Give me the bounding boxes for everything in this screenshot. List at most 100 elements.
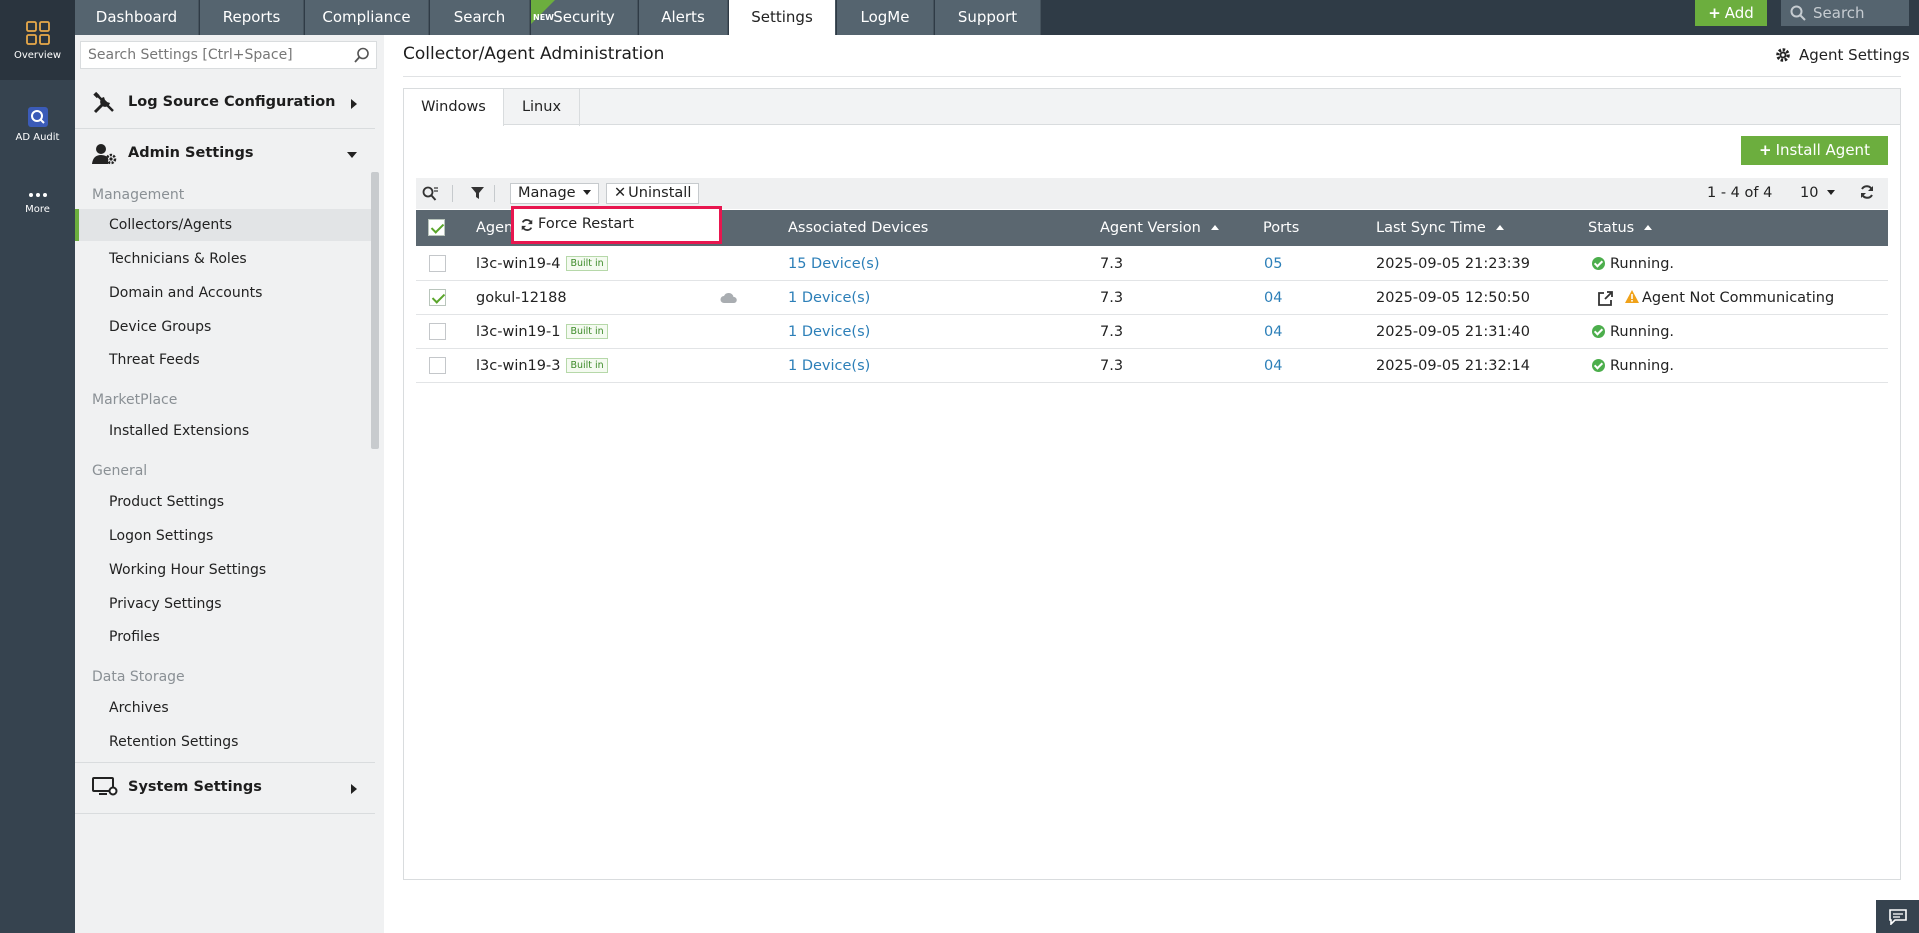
tab-linux[interactable]: Linux xyxy=(504,89,580,126)
tab-reports[interactable]: Reports xyxy=(200,0,304,35)
close-icon: ✕ xyxy=(614,185,627,201)
manage-dropdown-button[interactable]: Manage xyxy=(510,183,600,204)
sidebar-scrollbar[interactable] xyxy=(371,172,379,449)
refresh-icon[interactable] xyxy=(1859,184,1875,200)
section-log-source-label: Log Source Configuration xyxy=(128,94,336,110)
toolbar-divider xyxy=(494,185,495,202)
devices-link[interactable]: 1 Device(s) xyxy=(788,281,870,315)
sort-ascending-icon xyxy=(1210,225,1219,230)
force-restart-label: Force Restart xyxy=(538,216,634,232)
table-row[interactable]: l3c-win19-4 Built in 15 Device(s) 7.3 05 … xyxy=(416,247,1888,281)
settings-search-input[interactable]: Search Settings [Ctrl+Space] xyxy=(80,41,377,69)
agent-settings-link[interactable]: Agent Settings xyxy=(1775,46,1910,64)
table-toolbar: Manage ✕ Uninstall xyxy=(416,178,1888,209)
add-button[interactable]: + Add xyxy=(1695,0,1767,26)
section-admin-settings[interactable]: Admin Settings xyxy=(75,130,375,180)
row-checkbox[interactable] xyxy=(429,357,446,374)
page-size-value: 10 xyxy=(1800,185,1819,201)
tab-compliance[interactable]: Compliance xyxy=(305,0,429,35)
section-system-settings[interactable]: System Settings xyxy=(75,764,375,814)
section-admin-label: Admin Settings xyxy=(128,145,254,161)
external-link-icon[interactable] xyxy=(1598,291,1613,306)
chevron-right-icon xyxy=(351,99,357,109)
column-header-status[interactable]: Status xyxy=(1588,210,1653,246)
sidebar-item-working-hour[interactable]: Working Hour Settings xyxy=(75,554,375,586)
sidebar-item-archives[interactable]: Archives xyxy=(75,692,375,724)
sidebar-item-domain[interactable]: Domain and Accounts xyxy=(75,277,375,309)
column-header-version[interactable]: Agent Version xyxy=(1100,210,1219,246)
tab-settings[interactable]: Settings xyxy=(729,0,836,35)
uninstall-button[interactable]: ✕ Uninstall xyxy=(606,183,700,204)
section-log-source-configuration[interactable]: Log Source Configuration xyxy=(75,79,375,129)
sidebar-item-installed-extensions[interactable]: Installed Extensions xyxy=(75,415,375,447)
agent-name-cell: l3c-win19-1 Built in xyxy=(476,315,608,349)
tab-security[interactable]: NEW Security xyxy=(531,0,638,35)
sidebar-item-product-settings[interactable]: Product Settings xyxy=(75,486,375,518)
ports-link[interactable]: 04 xyxy=(1264,315,1282,349)
sidebar-item-profiles[interactable]: Profiles xyxy=(75,621,375,653)
agent-name: l3c-win19-3 xyxy=(476,358,561,374)
rail-more[interactable]: More xyxy=(0,190,75,230)
filter-icon[interactable] xyxy=(471,187,484,200)
force-restart-menu-item[interactable]: Force Restart xyxy=(520,216,634,232)
status-cell: Agent Not Communicating xyxy=(1625,281,1834,315)
search-filter-icon[interactable] xyxy=(422,186,439,202)
ports-link[interactable]: 05 xyxy=(1264,247,1282,281)
left-rail: Overview AD Audit More xyxy=(0,0,75,933)
top-search-input[interactable]: Search xyxy=(1781,0,1909,26)
sidebar-item-privacy[interactable]: Privacy Settings xyxy=(75,588,375,620)
settings-search-placeholder: Search Settings [Ctrl+Space] xyxy=(88,47,293,63)
column-header-version-label: Agent Version xyxy=(1100,220,1201,236)
table-row[interactable]: l3c-win19-1 Built in 1 Device(s) 7.3 04 2… xyxy=(416,315,1888,349)
column-header-devices[interactable]: Associated Devices xyxy=(788,210,928,246)
manage-label: Manage xyxy=(518,185,576,201)
tab-search[interactable]: Search xyxy=(430,0,530,35)
select-all-checkbox[interactable] xyxy=(428,219,445,236)
search-icon xyxy=(354,47,369,63)
tab-logme[interactable]: LogMe xyxy=(837,0,934,35)
column-header-last-sync[interactable]: Last Sync Time xyxy=(1376,210,1504,246)
toolbar-divider xyxy=(452,185,453,202)
sidebar-item-collectors-agents[interactable]: Collectors/Agents xyxy=(75,209,375,241)
agent-name-cell: l3c-win19-3 Built in xyxy=(476,349,608,383)
rail-ad-audit[interactable]: AD Audit xyxy=(0,106,75,156)
sidebar-item-retention[interactable]: Retention Settings xyxy=(75,726,375,758)
install-agent-button[interactable]: + Install Agent xyxy=(1741,136,1888,165)
tab-support[interactable]: Support xyxy=(935,0,1041,35)
admin-user-gear-icon xyxy=(92,144,117,165)
chat-button[interactable] xyxy=(1876,900,1919,933)
ports-link[interactable]: 04 xyxy=(1264,281,1282,315)
new-badge: NEW xyxy=(531,0,555,24)
last-sync-time: 2025-09-05 21:23:39 xyxy=(1376,256,1530,272)
row-checkbox[interactable] xyxy=(429,255,446,272)
check-circle-icon xyxy=(1592,359,1605,372)
settings-sidebar: Search Settings [Ctrl+Space] Log Source … xyxy=(75,35,384,933)
built-in-badge: Built in xyxy=(566,358,608,373)
devices-link[interactable]: 1 Device(s) xyxy=(788,349,870,383)
sidebar-item-threat-feeds[interactable]: Threat Feeds xyxy=(75,344,375,376)
page-size-select[interactable]: 10 xyxy=(1800,185,1836,201)
last-sync-time: 2025-09-05 21:32:14 xyxy=(1376,358,1530,374)
table-row[interactable]: l3c-win19-3 Built in 1 Device(s) 7.3 04 2… xyxy=(416,349,1888,383)
agent-name: l3c-win19-4 xyxy=(476,256,561,272)
devices-link[interactable]: 15 Device(s) xyxy=(788,247,880,281)
sidebar-item-technicians[interactable]: Technicians & Roles xyxy=(75,243,375,275)
column-header-ports[interactable]: Ports xyxy=(1263,210,1299,246)
devices-link[interactable]: 1 Device(s) xyxy=(788,315,870,349)
row-checkbox[interactable] xyxy=(429,323,446,340)
ports-link[interactable]: 04 xyxy=(1264,349,1282,383)
table-row[interactable]: gokul-12188 1 Device(s) 7.3 04 2025-09-0… xyxy=(416,281,1888,315)
row-checkbox[interactable] xyxy=(429,289,446,306)
rail-overview-label: Overview xyxy=(13,50,62,61)
divider xyxy=(403,76,1901,77)
pagination-info: 1 - 4 of 4 xyxy=(1707,185,1773,201)
tab-dashboard[interactable]: Dashboard xyxy=(75,0,199,35)
group-general: General xyxy=(92,463,148,479)
divider xyxy=(75,762,375,763)
column-header-agent[interactable]: Agen xyxy=(476,210,513,246)
rail-overview[interactable]: Overview xyxy=(0,0,75,80)
sidebar-item-device-groups[interactable]: Device Groups xyxy=(75,311,375,343)
tab-windows[interactable]: Windows xyxy=(404,89,504,126)
sidebar-item-logon-settings[interactable]: Logon Settings xyxy=(75,520,375,552)
tab-alerts[interactable]: Alerts xyxy=(639,0,728,35)
